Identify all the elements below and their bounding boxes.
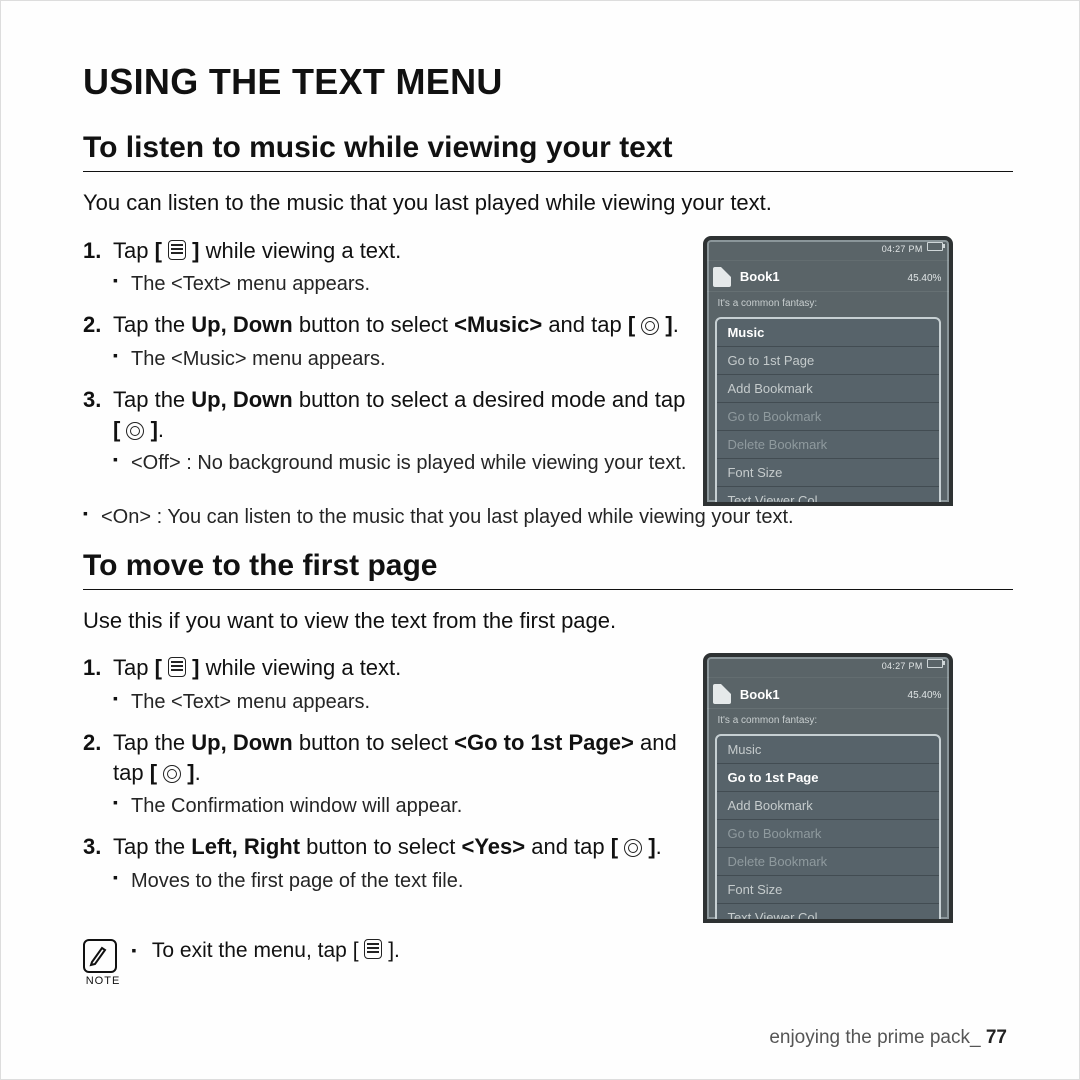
device-menu-item: Delete Bookmark (717, 848, 939, 876)
section2-step3-sub: Moves to the first page of the text file… (113, 868, 693, 895)
device-menu-item: Go to Bookmark (717, 403, 939, 431)
battery-icon (927, 659, 943, 668)
device2-status-time: 04:27 PM (882, 661, 923, 671)
device-menu-item: Music (717, 319, 939, 347)
device2-progress: 45.40% (908, 690, 942, 701)
device-menu-item: Go to 1st Page (717, 347, 939, 375)
ok-ring-icon (641, 317, 659, 335)
section2-heading: To move to the first page (83, 549, 1013, 590)
section1-heading: To listen to music while viewing your te… (83, 131, 1013, 172)
device-mock-2: 04:27 PM Book1 45.40% It's a common fant… (703, 653, 953, 923)
section2-step1-sub: The <Text> menu appears. (113, 689, 693, 716)
section2-steps: Tap [ ] while viewing a text. The <Text>… (83, 653, 693, 907)
note-pencil-icon (83, 939, 117, 973)
ok-ring-icon (126, 422, 144, 440)
page-footer: enjoying the prime pack_ 77 (769, 1027, 1007, 1049)
section1-step1: Tap [ ] while viewing a text. The <Text>… (83, 236, 693, 299)
device-menu-item: Add Bookmark (717, 375, 939, 403)
note-label: NOTE (83, 975, 123, 987)
document-icon (713, 267, 731, 287)
section1-intro: You can listen to the music that you las… (83, 188, 1013, 218)
device-menu-item: Text Viewer Col.. (717, 904, 939, 923)
device-menu-item: Music (717, 736, 939, 764)
section2-step3: Tap the Left, Right button to select <Ye… (83, 832, 693, 895)
section1-step3: Tap the Up, Down button to select a desi… (83, 385, 693, 477)
device1-excerpt: It's a common fantasy: (707, 291, 949, 311)
document-icon (713, 684, 731, 704)
device-menu-item: Go to 1st Page (717, 764, 939, 792)
device-mock-1: 04:27 PM Book1 45.40% It's a common fant… (703, 236, 953, 506)
note-row: NOTE To exit the menu, tap [ ]. (83, 939, 1013, 987)
section1-step2-sub: The <Music> menu appears. (113, 346, 693, 373)
menu-icon (364, 939, 382, 959)
device-menu-item: Font Size (717, 876, 939, 904)
device1-menu: MusicGo to 1st PageAdd BookmarkGo to Boo… (715, 317, 941, 506)
section2-intro: Use this if you want to view the text fr… (83, 606, 1013, 636)
device-menu-item: Go to Bookmark (717, 820, 939, 848)
device-menu-item: Add Bookmark (717, 792, 939, 820)
device-menu-item: Delete Bookmark (717, 431, 939, 459)
menu-icon (168, 240, 186, 260)
section1-steps: Tap [ ] while viewing a text. The <Text>… (83, 236, 693, 490)
section1-step2: Tap the Up, Down button to select <Music… (83, 310, 693, 373)
device1-progress: 45.40% (908, 273, 942, 284)
device2-excerpt: It's a common fantasy: (707, 708, 949, 728)
section2-step1: Tap [ ] while viewing a text. The <Text>… (83, 653, 693, 716)
ok-ring-icon (624, 839, 642, 857)
section1-step3-sub2: <On> : You can listen to the music that … (83, 504, 991, 531)
device1-status-time: 04:27 PM (882, 244, 923, 254)
ok-ring-icon (163, 765, 181, 783)
section2-step2: Tap the Up, Down button to select <Go to… (83, 728, 693, 820)
section1-step3-sub1: <Off> : No background music is played wh… (113, 450, 693, 477)
device2-title: Book1 (740, 687, 780, 702)
note-text: To exit the menu, tap [ ]. (127, 939, 399, 963)
menu-icon (168, 657, 186, 677)
device2-menu: MusicGo to 1st PageAdd BookmarkGo to Boo… (715, 734, 941, 923)
device-menu-item: Font Size (717, 459, 939, 487)
battery-icon (927, 242, 943, 251)
page-title: USING THE TEXT MENU (83, 61, 1013, 103)
section2-step2-sub: The Confirmation window will appear. (113, 793, 693, 820)
manual-page: USING THE TEXT MENU To listen to music w… (0, 0, 1080, 1080)
device1-title: Book1 (740, 269, 780, 284)
footer-section: enjoying the prime pack_ (769, 1027, 980, 1048)
section1-step1-sub: The <Text> menu appears. (113, 271, 693, 298)
footer-page-number: 77 (986, 1027, 1007, 1048)
